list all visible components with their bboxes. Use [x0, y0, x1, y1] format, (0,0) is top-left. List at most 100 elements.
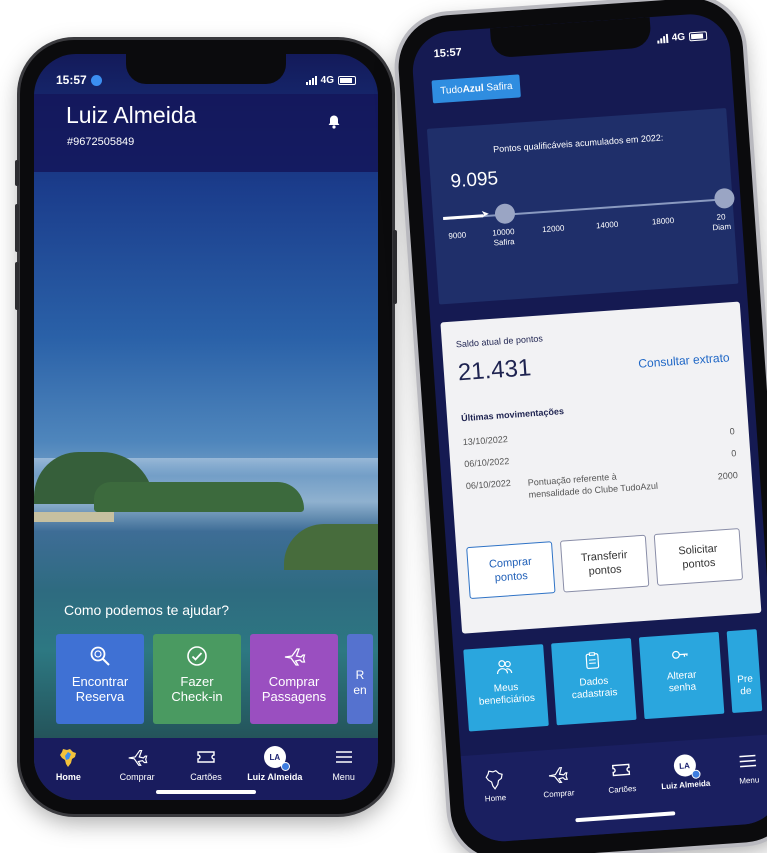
tab-label: Luiz Almeida [247, 772, 303, 782]
brazil-map-icon [60, 749, 77, 767]
left-phone: 15:57 4G Luiz Almeida #9672505849 Como p… [15, 40, 397, 814]
check-in-tile[interactable]: Fazer Check-in [153, 634, 241, 724]
tier-prefix: Tudo [439, 84, 464, 97]
status-time: 15:57 [56, 73, 87, 87]
search-icon [90, 646, 110, 666]
tab-label: Home [484, 793, 507, 804]
help-prompt: Como podemos te ajudar? [64, 602, 229, 618]
plane-icon [128, 749, 148, 766]
scale-tick: 18000 [651, 215, 675, 227]
scale-tick: 12000 [541, 223, 565, 235]
transfer-points-button[interactable]: Transferir pontos [559, 534, 650, 593]
left-screen: 15:57 4G Luiz Almeida #9672505849 Como p… [34, 54, 378, 800]
tier-name: Safira [483, 80, 513, 94]
signal-icon [656, 33, 669, 44]
tab-cards[interactable]: Cartões [591, 757, 654, 835]
tab-label: Cartões [608, 783, 637, 795]
tab-menu[interactable]: Menu [313, 746, 375, 800]
tab-label: Home [55, 772, 81, 782]
scale-tick: 9000 [448, 230, 467, 241]
tile-label-line2: Reserva [75, 689, 125, 704]
clipboard-icon [585, 652, 600, 670]
points-actions: Comprar pontos Transferir pontos Solicitar… [466, 528, 744, 600]
mute-switch [15, 160, 19, 186]
points-panel-title: Pontos qualificáveis acumulados em 2022: [492, 132, 664, 155]
network-label: 4G [671, 31, 686, 44]
tab-home[interactable]: Home [37, 746, 99, 800]
account-tiles: Meus beneficiários Dados cadastrais Alte… [463, 629, 763, 732]
scale-tick: 10000 Safira [491, 227, 515, 248]
transaction-desc [526, 445, 666, 455]
transaction-points: 2000 [717, 470, 739, 482]
balance-label: Saldo atual de pontos [455, 333, 544, 350]
status-right: 4G [305, 75, 356, 86]
request-points-button[interactable]: Solicitar pontos [653, 528, 744, 586]
find-booking-tile[interactable]: Encontrar Reserva [56, 634, 144, 724]
tab-label: Comprar [119, 772, 155, 782]
transaction-date: 13/10/2022 [462, 434, 509, 448]
status-time-group: 15:57 [56, 73, 102, 87]
beneficiaries-tile[interactable]: Meus beneficiários [463, 644, 549, 732]
tab-label: Cartões [190, 772, 222, 782]
status-right: 4G [656, 29, 708, 44]
transaction-points: 0 [730, 448, 737, 459]
tier-brand: Azul [462, 82, 485, 96]
change-password-tile[interactable]: Alterar senha [638, 631, 725, 720]
tile-label-line1: Encontrar [71, 674, 129, 689]
brazil-map-icon [485, 770, 503, 790]
registration-data-tile[interactable]: Dados cadastrais [551, 637, 637, 726]
progress-arrow-icon: ➤ [480, 208, 490, 221]
tile-label-line1: R [355, 668, 365, 682]
people-icon [496, 660, 513, 675]
buy-points-button[interactable]: Comprar pontos [466, 541, 556, 600]
battery-icon [338, 75, 356, 85]
battery-icon [688, 30, 708, 41]
avatar-badge [280, 762, 290, 771]
mockup-stage: 15:57 4G Luiz Almeida #9672505849 Como p… [0, 0, 767, 853]
avatar-initials: LA [678, 760, 691, 771]
right-phone: 15:57 4G TudoAzul Safira Pontos qualific… [395, 0, 767, 853]
buy-tickets-tile[interactable]: Comprar Passagens [250, 634, 338, 724]
home-indicator[interactable] [156, 790, 256, 794]
transaction-date: 06/10/2022 [463, 456, 510, 470]
transaction-row: 13/10/2022 0 [462, 418, 736, 447]
volume-up-button [15, 204, 19, 252]
quick-actions: Encontrar Reserva Fazer Check-in Comprar [56, 634, 373, 724]
key-icon [672, 650, 688, 659]
balance-value: 21.431 [457, 354, 533, 387]
ticket-icon [611, 763, 631, 777]
tile-label-line2: Check-in [171, 689, 223, 704]
tile-label-line2: en [353, 683, 367, 697]
partial-tile[interactable]: R en [347, 634, 373, 724]
transaction-points: 0 [729, 426, 736, 437]
recent-transactions-title: Últimas movimentações [460, 406, 565, 424]
signal-icon [305, 75, 317, 85]
avatar: LA [263, 746, 290, 771]
tier-chip[interactable]: TudoAzul Safira [431, 74, 522, 104]
tier-marker-diamante [713, 187, 736, 210]
tab-home[interactable]: Home [464, 766, 527, 844]
right-screen: 15:57 4G TudoAzul Safira Pontos qualific… [410, 11, 767, 844]
statement-link[interactable]: Consultar extrato [638, 350, 730, 370]
check-circle-icon [187, 646, 207, 666]
avatar: LA [672, 753, 701, 780]
tile-label-line2: beneficiários [478, 692, 536, 708]
scale-tick: 14000 [595, 219, 619, 231]
island-shore [284, 524, 378, 570]
avatar-badge [690, 769, 701, 780]
points-balance-card: Saldo atual de pontos 21.431 Consultar e… [440, 301, 762, 634]
partial-tile[interactable]: Pre de [726, 629, 763, 714]
status-bar: 15:57 4G [56, 72, 356, 88]
hamburger-icon [739, 754, 757, 768]
qualifying-points-value: 9.095 [449, 168, 499, 193]
tab-profile[interactable]: LA Luiz Almeida [655, 753, 718, 831]
tab-label: Menu [738, 775, 760, 786]
tile-label-line2: de [739, 685, 752, 698]
bell-icon[interactable] [326, 114, 342, 130]
user-name: Luiz Almeida [66, 102, 197, 128]
tab-menu[interactable]: Menu [718, 748, 767, 826]
tab-buy[interactable]: Comprar [528, 761, 591, 839]
tab-label: Menu [332, 772, 355, 782]
progress-fill [443, 214, 484, 221]
tab-label: Comprar [543, 788, 575, 800]
